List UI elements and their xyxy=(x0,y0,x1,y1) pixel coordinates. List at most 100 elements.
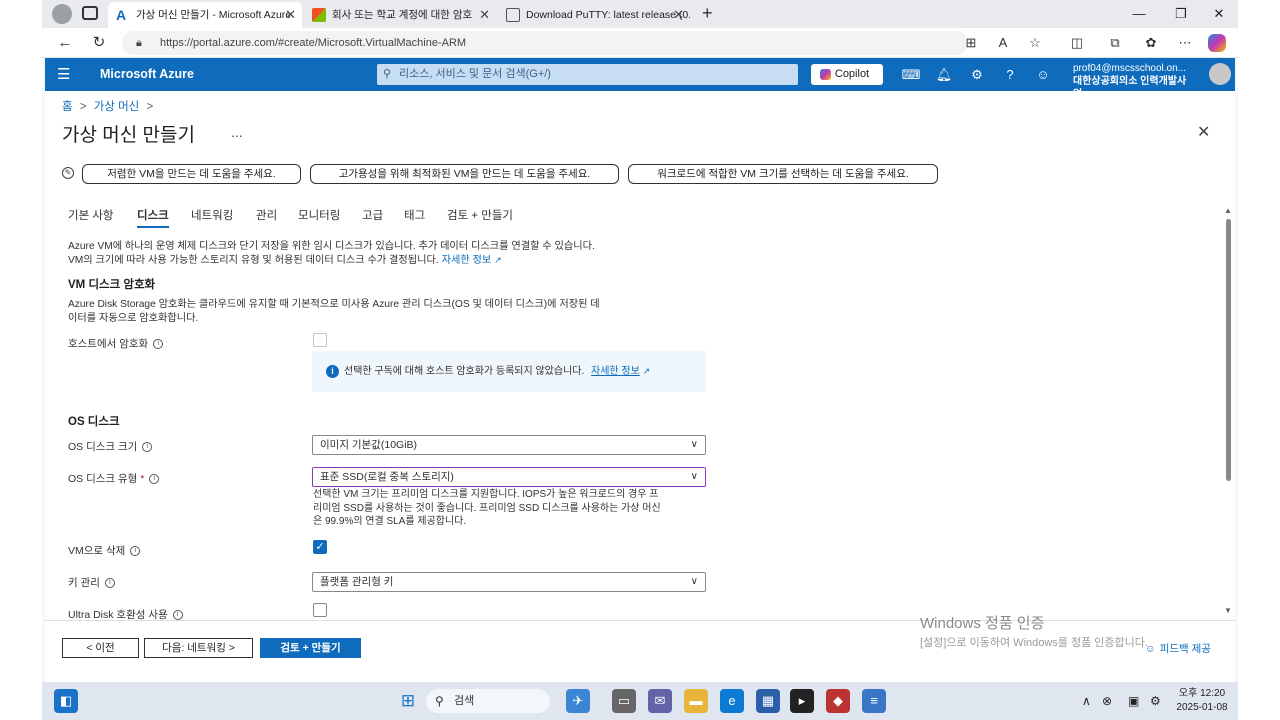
chevron-down-icon: ∨ xyxy=(690,471,698,482)
tab-disks[interactable]: 디스크 xyxy=(137,204,169,228)
global-search-input[interactable]: ⚲ 리소스, 서비스 및 문서 검색(G+/) xyxy=(377,64,798,85)
info-icon[interactable]: i xyxy=(153,339,164,350)
breadcrumb-virtual-machines[interactable]: 가상 머신 xyxy=(94,101,140,113)
help-icon[interactable]: ? xyxy=(999,64,1021,85)
tab-management[interactable]: 관리 xyxy=(256,204,277,228)
tab-networking[interactable]: 네트워킹 xyxy=(191,204,233,228)
portal-menu-icon[interactable]: ☰ xyxy=(57,58,70,91)
file-explorer-icon[interactable]: ▬ xyxy=(684,689,708,713)
give-feedback-link[interactable]: ☺ 피드백 제공 xyxy=(1145,641,1211,656)
split-screen-icon[interactable]: ◫ xyxy=(1066,33,1088,53)
tab-monitoring[interactable]: 모니터링 xyxy=(298,204,340,228)
tab-advanced[interactable]: 고급 xyxy=(362,204,383,228)
external-link-icon: ↗ xyxy=(642,366,651,376)
notepad-icon[interactable]: ≡ xyxy=(862,689,886,713)
assist-high-availability-button[interactable]: 고가용성을 위해 최적화된 VM을 만드는 데 도움을 주세요. xyxy=(310,164,619,184)
profile-icon[interactable] xyxy=(52,4,72,24)
start-windows-icon[interactable]: ⊞ xyxy=(396,689,420,713)
content-scrollbar[interactable]: ▲ ▼ xyxy=(1224,206,1232,616)
close-tab-icon[interactable]: ✕ xyxy=(479,2,490,28)
tab-putty[interactable]: Download PuTTY: latest release (0. ✕ xyxy=(498,2,690,28)
scroll-thumb[interactable] xyxy=(1226,219,1231,481)
info-icon[interactable]: i xyxy=(149,474,160,485)
site-info-icon[interactable]: 🔒︎ xyxy=(136,31,142,55)
new-tab-icon[interactable]: + xyxy=(702,3,713,24)
tab-password[interactable]: 회사 또는 학교 계정에 대한 암호 ✕ xyxy=(304,2,496,28)
cloud-shell-icon[interactable]: ⌨ xyxy=(900,64,922,85)
teams-chat-icon[interactable]: ✉ xyxy=(648,689,672,713)
scroll-down-icon[interactable]: ▼ xyxy=(1224,606,1232,615)
info-learn-more-link[interactable]: 자세한 정보 xyxy=(591,366,640,377)
host-encryption-checkbox[interactable] xyxy=(313,333,327,347)
clock-time: 오후 12:20 xyxy=(1178,688,1226,699)
copilot-button[interactable]: Copilot xyxy=(811,64,883,85)
widgets-icon[interactable]: ◧ xyxy=(54,689,78,713)
feedback-icon[interactable]: ☺ xyxy=(1032,64,1054,85)
settings-gear-icon[interactable]: ⚙ xyxy=(966,64,988,85)
edge-browser-icon[interactable]: e xyxy=(720,689,744,713)
required-mark: * xyxy=(140,473,145,485)
assist-vm-size-button[interactable]: 워크로드에 적합한 VM 크기를 선택하는 데 도움을 주세요. xyxy=(628,164,938,184)
restore-icon[interactable]: ❐ xyxy=(1166,4,1196,24)
ultra-disk-checkbox[interactable] xyxy=(313,603,327,617)
review-create-button[interactable]: 검토 + 만들기 xyxy=(260,638,361,658)
close-blade-icon[interactable]: ✕ xyxy=(1197,122,1210,142)
os-disk-size-dropdown[interactable]: 이미지 기본값(10GiB) ∨ xyxy=(312,435,706,455)
avatar[interactable] xyxy=(1209,63,1231,85)
next-networking-button[interactable]: 다음: 네트워킹 > xyxy=(144,638,253,658)
tab-review-create[interactable]: 검토 + 만들기 xyxy=(447,204,513,228)
back-icon[interactable]: ← xyxy=(52,32,78,54)
scroll-up-icon[interactable]: ▲ xyxy=(1224,206,1232,215)
tab-actions-icon[interactable] xyxy=(82,6,98,20)
tab-tags[interactable]: 태그 xyxy=(404,204,425,228)
tray-app-icon[interactable]: ⊗ xyxy=(1102,682,1112,720)
volume-icon[interactable]: ⚙ xyxy=(1150,682,1161,720)
breadcrumb-home[interactable]: 홈 xyxy=(62,101,73,113)
pinned-app-icon[interactable]: ◆ xyxy=(826,689,850,713)
intro-learn-more-link[interactable]: 자세한 정보 xyxy=(442,255,492,266)
assist-cheap-vm-button[interactable]: 저렴한 VM을 만드는 데 도움을 주세요. xyxy=(82,164,301,184)
host-encryption-label-text: 호스트에서 암호화 xyxy=(68,338,149,350)
close-tab-icon[interactable]: ✕ xyxy=(285,2,296,28)
minimize-icon[interactable]: — xyxy=(1124,4,1154,24)
copilot-browser-icon[interactable] xyxy=(1208,34,1226,52)
read-aloud-icon[interactable]: A xyxy=(992,33,1014,53)
clock-date: 2025-01-08 xyxy=(1176,702,1228,713)
tray-overflow-icon[interactable]: ∧ xyxy=(1082,682,1091,720)
taskbar-search[interactable]: ⚲ 검색 xyxy=(426,689,550,713)
delete-with-vm-checkbox[interactable]: ✓ xyxy=(313,540,327,554)
extensions-icon[interactable]: ✿ xyxy=(1140,33,1162,53)
encryption-desc-line-2: 이터를 자동으로 암호화합니다. xyxy=(68,312,199,324)
task-view-icon[interactable]: ▭ xyxy=(612,689,636,713)
collections-icon[interactable]: ⧉ xyxy=(1104,33,1126,53)
network-icon[interactable]: ▣ xyxy=(1128,682,1139,720)
more-options-icon[interactable]: ... xyxy=(231,124,243,140)
url-field[interactable]: 🔒︎ https://portal.azure.com/#create/Micr… xyxy=(122,31,968,55)
tab-azure-create-vm[interactable]: A 가상 머신 만들기 - Microsoft Azure ✕ xyxy=(108,2,302,28)
page-favicon-icon xyxy=(506,8,520,22)
os-disk-type-dropdown[interactable]: 표준 SSD(로컬 중복 스토리지) ∨ xyxy=(312,467,706,487)
favorite-star-icon[interactable]: ☆ xyxy=(1024,33,1046,53)
more-menu-icon[interactable]: ⋯ xyxy=(1174,33,1196,53)
notifications-bell-icon[interactable]: 🔔︎ xyxy=(933,64,955,85)
key-management-dropdown[interactable]: 플랫폼 관리형 키 ∨ xyxy=(312,572,706,592)
close-window-icon[interactable]: ✕ xyxy=(1204,4,1234,24)
delete-with-vm-label-text: VM으로 삭제 xyxy=(68,545,126,557)
search-placeholder: 리소스, 서비스 및 문서 검색(G+/) xyxy=(399,68,551,80)
info-icon[interactable]: i xyxy=(130,546,141,557)
terminal-icon[interactable]: ▸ xyxy=(790,689,814,713)
info-icon[interactable]: i xyxy=(104,578,115,589)
app-available-icon[interactable]: ⊞ xyxy=(960,33,982,53)
store-icon[interactable]: ▦ xyxy=(756,689,780,713)
give-feedback-label: 피드백 제공 xyxy=(1159,643,1211,655)
info-icon[interactable]: i xyxy=(142,442,153,453)
info-icon[interactable]: i xyxy=(172,610,183,621)
pinned-app-icon[interactable]: ✈ xyxy=(566,689,590,713)
close-tab-icon[interactable]: ✕ xyxy=(673,2,684,28)
refresh-icon[interactable]: ↻ xyxy=(86,32,112,54)
os-disk-size-value: 이미지 기본값(10GiB) xyxy=(320,439,418,451)
previous-button[interactable]: < 이전 xyxy=(62,638,139,658)
tab-basics[interactable]: 기본 사항 xyxy=(68,204,114,228)
taskbar-clock[interactable]: 오후 12:20 2025-01-08 xyxy=(1170,687,1234,715)
azure-brand[interactable]: Microsoft Azure xyxy=(100,58,194,91)
